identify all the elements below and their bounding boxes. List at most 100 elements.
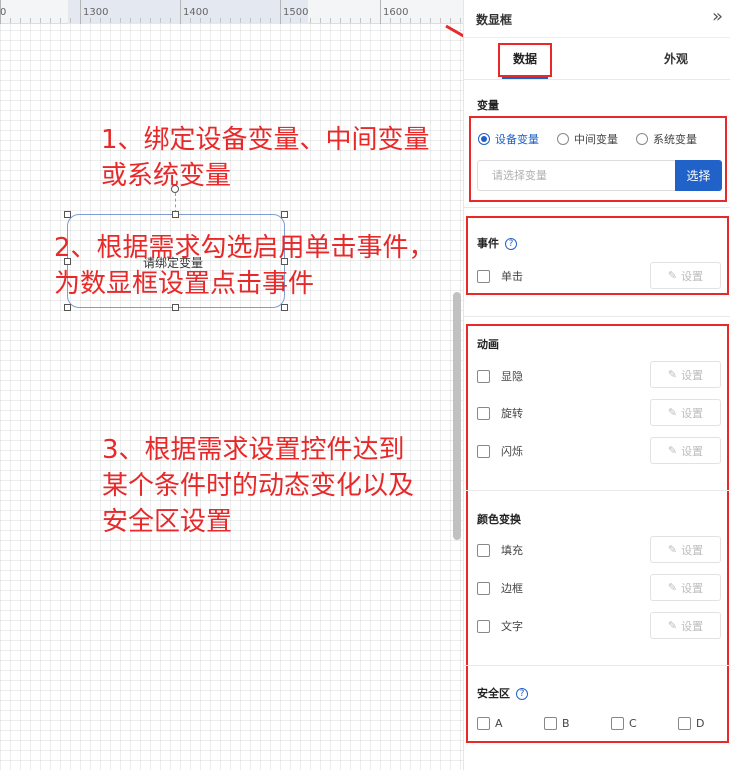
checkbox-label: 边框 (501, 582, 523, 595)
ruler-tick (80, 0, 81, 24)
help-icon[interactable]: ? (516, 688, 528, 700)
double-chevron-right-icon[interactable]: » (712, 6, 723, 28)
button-label: 设置 (681, 543, 704, 557)
checkbox-box (477, 581, 490, 595)
active-tab-indicator (502, 77, 548, 79)
design-canvas[interactable]: 0 1300 1400 1500 1600 请绑定变量 1、绑定设备变量、中间变… (0, 0, 463, 770)
checkbox-box (477, 619, 490, 633)
annotation-step-1: 1、绑定设备变量、中间变量 或系统变量 (101, 122, 430, 194)
edit-icon: ✎ (667, 269, 678, 282)
resize-handle[interactable] (64, 211, 71, 218)
ruler-minor-tick (200, 18, 201, 23)
ruler-minor-tick (340, 18, 341, 23)
section-title-event: 事件? (477, 235, 517, 251)
ruler-minor-tick (400, 18, 401, 23)
annotation-line: 为数显框设置点击事件 (54, 269, 315, 299)
checkbox-box (477, 444, 490, 458)
border-settings-button[interactable]: ✎ 设置 (650, 574, 721, 601)
property-panel: 数显框 » 数据 外观 变量 设备变量 中间变量 系统变量 选择 事件? 单击 … (463, 0, 730, 770)
ruler-minor-tick (240, 18, 241, 23)
checkbox-safe-zone-b[interactable]: B (544, 717, 570, 730)
radio-intermediate-variable[interactable]: 中间变量 (557, 131, 618, 147)
checkbox-box (477, 269, 490, 283)
tab-appearance[interactable]: 外观 (650, 38, 702, 80)
checkbox-box (477, 406, 490, 420)
ruler-minor-tick (100, 18, 101, 23)
checkbox-box (477, 543, 490, 557)
checkbox-safe-zone-d[interactable]: D (678, 717, 704, 730)
checkbox-text[interactable]: 文字 (477, 618, 523, 634)
section-title-color-change: 颜色变换 (477, 513, 521, 526)
rotate-settings-button[interactable]: ✎ 设置 (650, 399, 721, 426)
panel-header: 数显框 » (464, 0, 730, 38)
checkbox-box (477, 717, 490, 730)
edit-icon: ✎ (667, 406, 678, 419)
ruler-label: 1600 (383, 7, 409, 18)
ruler-label: 1500 (283, 7, 309, 18)
ruler-minor-tick (150, 18, 151, 23)
checkbox-click-event[interactable]: 单击 (477, 268, 523, 284)
ruler-minor-tick (170, 18, 171, 23)
ruler-minor-tick (330, 18, 331, 23)
canvas-vertical-scrollbar[interactable] (453, 292, 461, 540)
ruler-minor-tick (120, 18, 121, 23)
ruler-minor-tick (410, 18, 411, 23)
checkbox-fill[interactable]: 填充 (477, 542, 523, 558)
blink-settings-button[interactable]: ✎ 设置 (650, 437, 721, 464)
radio-circle (557, 133, 569, 145)
checkbox-box (477, 369, 490, 383)
radio-label: 中间变量 (574, 133, 618, 146)
text-settings-button[interactable]: ✎ 设置 (650, 612, 721, 639)
ruler-minor-tick (230, 18, 231, 23)
radio-device-variable[interactable]: 设备变量 (478, 131, 539, 147)
horizontal-ruler: 0 1300 1400 1500 1600 (0, 0, 463, 24)
edit-icon: ✎ (667, 543, 678, 556)
resize-handle[interactable] (172, 304, 179, 311)
select-variable-button[interactable]: 选择 (675, 160, 722, 191)
ruler-minor-tick (320, 18, 321, 23)
click-event-settings-button[interactable]: ✎ 设置 (650, 262, 721, 289)
checkbox-label: B (562, 717, 570, 730)
ruler-minor-tick (210, 18, 211, 23)
divider (464, 207, 730, 208)
resize-handle[interactable] (281, 304, 288, 311)
checkbox-safe-zone-a[interactable]: A (477, 717, 503, 730)
section-title-variable: 变量 (477, 99, 499, 112)
resize-handle[interactable] (64, 304, 71, 311)
edit-icon: ✎ (667, 444, 678, 457)
section-title-safe-zone: 安全区? (477, 685, 528, 701)
ruler-minor-tick (420, 18, 421, 23)
checkbox-rotate[interactable]: 旋转 (477, 405, 523, 421)
resize-handle[interactable] (281, 211, 288, 218)
section-title-text: 事件 (477, 237, 499, 250)
tab-data[interactable]: 数据 (498, 38, 552, 80)
button-label: 设置 (681, 444, 704, 458)
radio-circle (478, 133, 490, 145)
checkbox-box (544, 717, 557, 730)
checkbox-blink[interactable]: 闪烁 (477, 443, 523, 459)
help-icon[interactable]: ? (505, 238, 517, 250)
ruler-label: 1400 (183, 7, 209, 18)
ruler-minor-tick (20, 18, 21, 23)
annotation-line: 或系统变量 (101, 161, 232, 191)
ruler-minor-tick (140, 18, 141, 23)
checkbox-visibility[interactable]: 显隐 (477, 368, 523, 384)
radio-circle (636, 133, 648, 145)
ruler-minor-tick (10, 18, 11, 23)
ruler-tick (380, 0, 381, 24)
ruler-minor-tick (360, 18, 361, 23)
checkbox-border[interactable]: 边框 (477, 580, 523, 596)
button-label: 设置 (681, 269, 704, 283)
visibility-settings-button[interactable]: ✎ 设置 (650, 361, 721, 388)
panel-title: 数显框 (476, 13, 513, 27)
resize-handle[interactable] (172, 211, 179, 218)
checkbox-box (678, 717, 691, 730)
variable-input[interactable] (477, 160, 676, 191)
ruler-label: 1300 (83, 7, 109, 18)
annotation-step-2: 2、根据需求勾选启用单击事件， 为数显框设置点击事件 (54, 230, 435, 302)
divider (464, 316, 730, 317)
ruler-tick (280, 0, 281, 24)
fill-settings-button[interactable]: ✎ 设置 (650, 536, 721, 563)
checkbox-safe-zone-c[interactable]: C (611, 717, 637, 730)
radio-system-variable[interactable]: 系统变量 (636, 131, 697, 147)
